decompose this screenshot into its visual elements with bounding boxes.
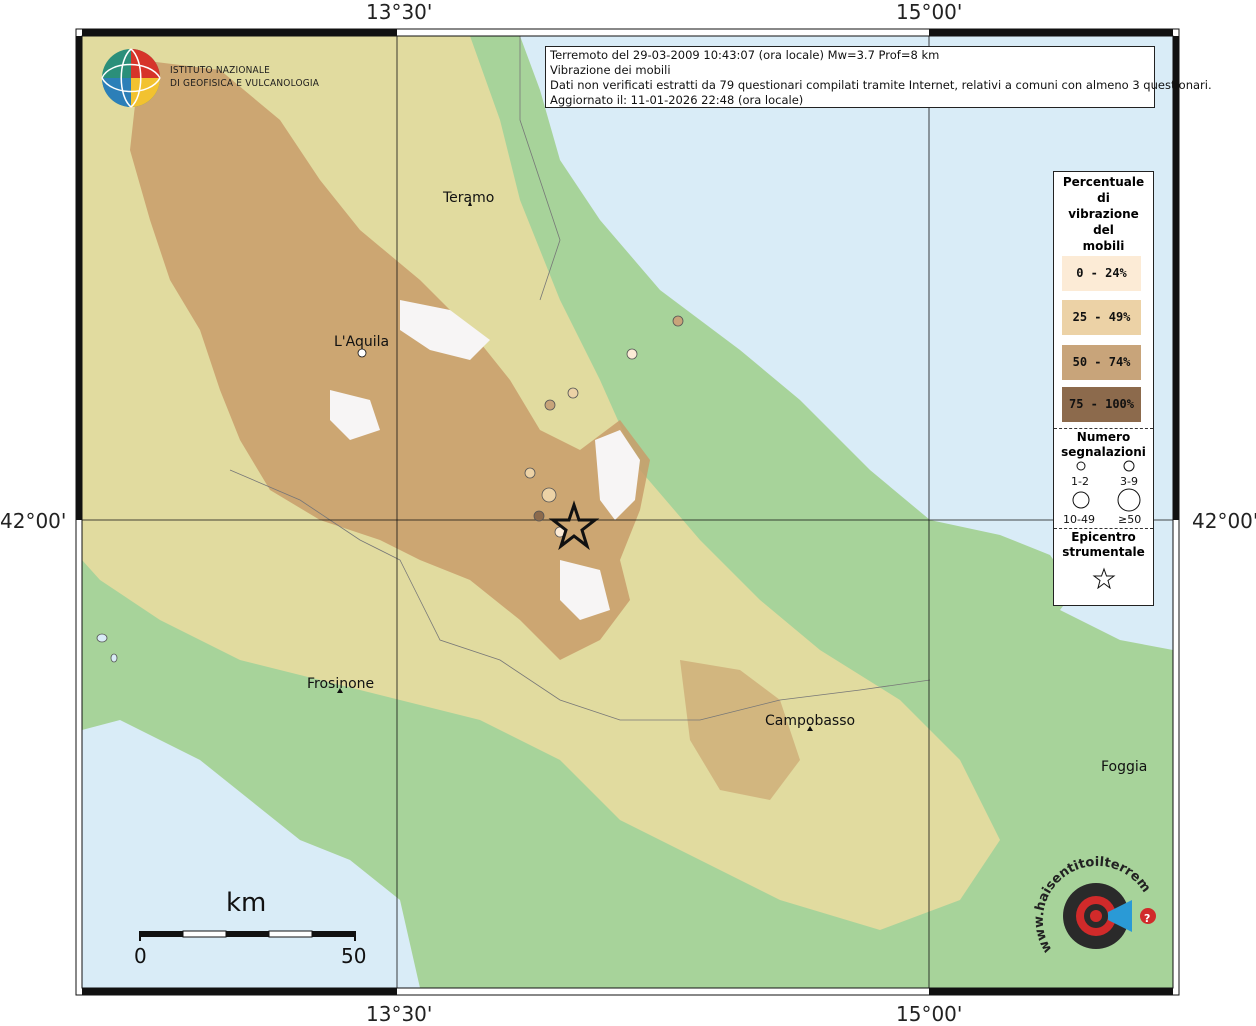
legend-count-title-1: Numero	[1076, 430, 1131, 444]
haisentito-logo-text: www.haisentitoilterremoto.it ?	[1030, 850, 1153, 955]
grid-label-top-left: 13°30'	[366, 0, 433, 24]
grid-label-bottom-right: 15°00'	[896, 1002, 963, 1026]
legend-size-circles	[1072, 460, 1141, 512]
report-point[interactable]	[626, 348, 638, 360]
scale-max: 50	[341, 944, 367, 968]
legend-panel: Percentuale di vibrazione del mobili 0 -…	[1053, 171, 1154, 606]
scale-unit: km	[226, 888, 267, 918]
legend-star-icon	[1092, 567, 1116, 589]
city-label-foggia: Foggia	[1101, 759, 1148, 775]
legend-title-line: del	[1093, 223, 1114, 237]
lake	[96, 633, 108, 643]
report-point[interactable]	[524, 467, 536, 479]
grid-label-top-right: 15°00'	[896, 0, 963, 24]
legend-class-3: 75 - 100%	[1062, 387, 1141, 422]
haisentito-url: www.haisentitoilterremoto.it	[1030, 850, 1153, 955]
city-label-teramo: Teramo	[443, 190, 495, 206]
svg-text:www.haisentitoilterremoto.it: www.haisentitoilterremoto.it	[1030, 850, 1153, 955]
scale-min: 0	[134, 944, 147, 968]
city-label-campobasso: Campobasso	[765, 713, 856, 729]
haisentito-question: ?	[1144, 912, 1150, 925]
legend-epicenter-title-2: strumentale	[1062, 545, 1145, 559]
ingv-line-2: DI GEOFISICA E VULCANOLOGIA	[170, 78, 320, 89]
legend-title-line: Percentuale	[1062, 175, 1145, 189]
legend-count-label: 10-49	[1063, 513, 1095, 526]
legend-count-label: ≥50	[1118, 513, 1142, 526]
legend-count-label: 3-9	[1120, 475, 1138, 488]
frame-seg	[1173, 36, 1179, 520]
legend-count-label: 1-2	[1071, 475, 1089, 488]
legend-epicenter-title: Epicentro strumentale	[1054, 530, 1153, 560]
event-subtitle: Vibrazione dei mobili	[550, 63, 671, 77]
legend-title-line: di	[1097, 191, 1110, 205]
city-label-frosinone: Frosinone	[307, 676, 375, 692]
report-point[interactable]	[567, 387, 579, 399]
legend-class-1: 25 - 49%	[1062, 300, 1141, 335]
legend-count-title: Numero segnalazioni	[1054, 430, 1153, 460]
event-info-box: Terremoto del 29-03-2009 10:43:07 (ora l…	[545, 46, 1212, 108]
legend-epicenter-title-1: Epicentro	[1071, 530, 1136, 544]
event-title: Terremoto del 29-03-2009 10:43:07 (ora l…	[550, 48, 940, 62]
lake-2	[110, 653, 118, 663]
legend-divider	[1054, 428, 1153, 429]
ingv-line-1: ISTITUTO NAZIONALE	[170, 65, 270, 76]
frame-seg	[929, 29, 1173, 36]
legend-divider	[1054, 528, 1153, 529]
ingv-globe-icon	[101, 48, 161, 108]
grid-label-left: 42°00'	[0, 509, 67, 533]
grid-label-right: 42°00'	[1192, 509, 1256, 533]
city-label-laquila: L'Aquila	[334, 334, 390, 350]
report-point[interactable]	[544, 399, 556, 411]
frame-seg	[82, 29, 397, 36]
legend-class-2: 50 - 74%	[1062, 345, 1141, 380]
city-marker-laquila	[357, 348, 367, 358]
frame-seg	[76, 36, 82, 520]
report-point[interactable]	[533, 510, 545, 522]
event-updated: Aggiornato il: 11-01-2026 22:48 (ora loc…	[550, 93, 804, 107]
ingv-logo-text: ISTITUTO NAZIONALE DI GEOFISICA E VULCAN…	[170, 64, 319, 90]
legend-title-line: vibrazione	[1068, 207, 1139, 221]
event-data-note: Dati non verificati estratti da 79 quest…	[550, 78, 1212, 92]
legend-title-line: mobili	[1082, 239, 1125, 253]
grid-label-bottom-left: 13°30'	[366, 1002, 433, 1026]
frame-seg	[82, 988, 397, 995]
report-point[interactable]	[672, 315, 684, 327]
report-point[interactable]	[541, 487, 557, 503]
legend-class-0: 0 - 24%	[1062, 256, 1141, 291]
legend-title: Percentuale di vibrazione del mobili	[1054, 174, 1153, 254]
